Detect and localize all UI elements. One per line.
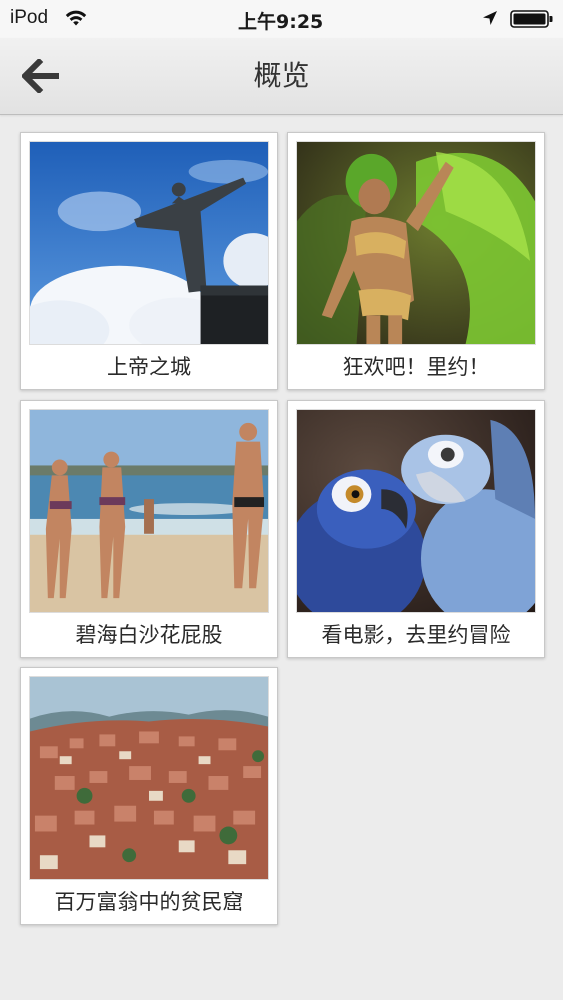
gallery-card[interactable]: 狂欢吧！里约！ (287, 132, 545, 390)
christ-the-redeemer-statue-photo (29, 141, 269, 345)
battery-icon (510, 10, 553, 28)
status-bar: iPod 上午9:25 (0, 0, 563, 38)
beach-bikini-photo (29, 409, 269, 613)
arrow-left-icon (22, 59, 59, 93)
carnival-dancer-photo (296, 141, 536, 345)
card-caption: 百万富翁中的贫民窟 (54, 890, 244, 914)
card-caption: 狂欢吧！里约！ (342, 355, 490, 379)
card-caption: 碧海白沙花屁股 (75, 623, 223, 647)
location-arrow-icon (483, 11, 497, 25)
card-caption: 看电影，去里约冒险 (321, 623, 511, 647)
gallery-card[interactable]: 看电影，去里约冒险 (287, 400, 545, 658)
gallery-card[interactable]: 百万富翁中的贫民窟 (20, 667, 278, 925)
gallery-card[interactable]: 上帝之城 (20, 132, 278, 390)
status-time: 上午9:25 (238, 11, 324, 33)
rio-movie-blue-macaws-photo (296, 409, 536, 613)
back-button[interactable] (16, 50, 68, 102)
favela-hillside-photo (29, 676, 269, 880)
navigation-bar: 概览 (0, 38, 563, 115)
gallery-card[interactable]: 碧海白沙花屁股 (20, 400, 278, 658)
card-caption: 上帝之城 (107, 355, 191, 379)
wifi-icon (65, 10, 87, 26)
carrier-label: iPod (10, 7, 49, 28)
page-title: 概览 (253, 59, 310, 92)
